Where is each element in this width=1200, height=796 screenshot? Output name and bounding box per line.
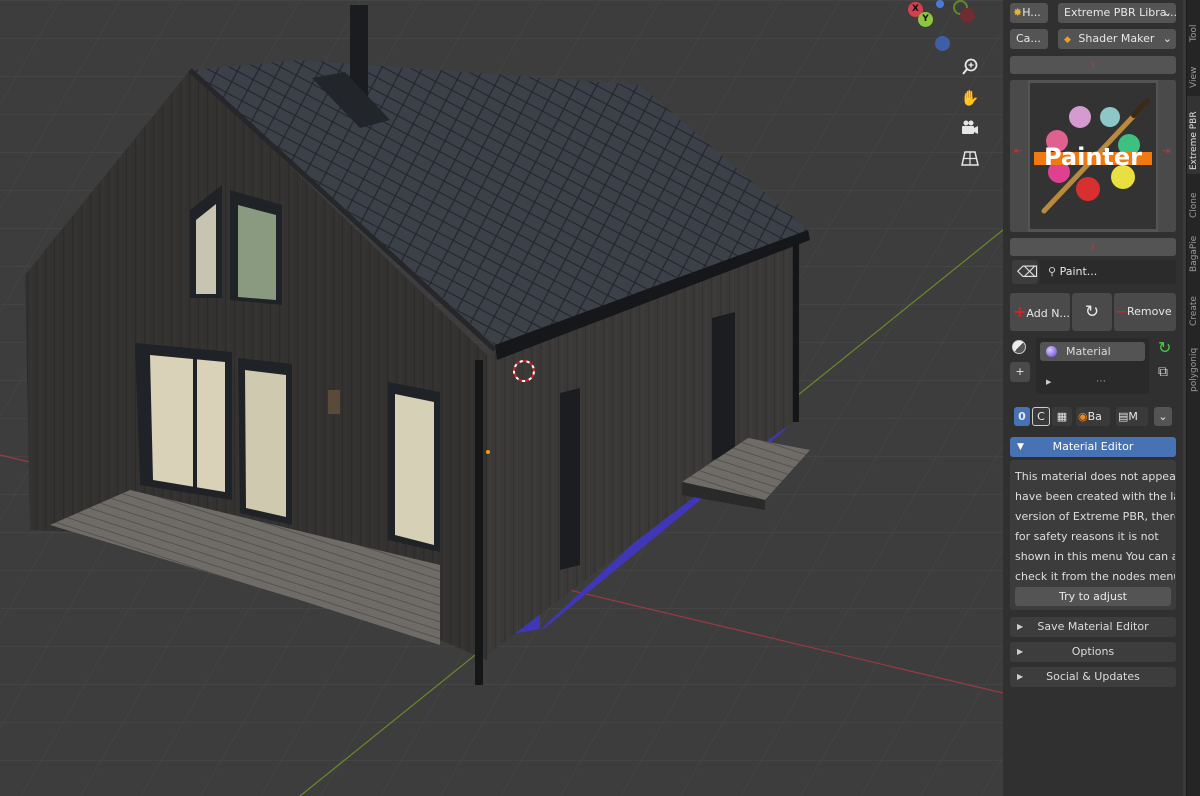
- add-slot-button[interactable]: +: [1010, 362, 1030, 382]
- social-updates-section[interactable]: ▶ Social & Updates: [1010, 667, 1176, 687]
- plus-red-icon: +: [1013, 302, 1027, 321]
- painter-title: Painter: [1043, 143, 1143, 171]
- triangle-down-icon: ▼: [1017, 442, 1024, 452]
- chevron-down-icon: ⌄: [1162, 32, 1172, 45]
- chevron-down-icon: ⌄: [1158, 410, 1168, 423]
- tab-create[interactable]: Create: [1187, 280, 1200, 330]
- 3d-viewport[interactable]: X Y ✋: [0, 0, 1003, 796]
- copy-icon[interactable]: ⧉: [1158, 364, 1168, 380]
- add-node-button[interactable]: +Add N...: [1010, 293, 1070, 331]
- info-line: shown in this menu You can al...: [1015, 550, 1175, 563]
- object-origin: [486, 450, 490, 454]
- refresh-button[interactable]: ↻: [1072, 293, 1112, 331]
- save-material-editor-section[interactable]: ▶ Save Material Editor: [1010, 617, 1176, 637]
- gizmo-neg-x-axis[interactable]: [960, 8, 975, 23]
- info-line: have been created with the la...: [1015, 490, 1175, 503]
- triangle-right-icon: ▶: [1017, 672, 1024, 681]
- triangle-right-icon: ▶: [1017, 647, 1024, 656]
- checker-button[interactable]: ▦: [1052, 407, 1072, 426]
- tab-bagapie[interactable]: BagaPie: [1187, 226, 1200, 276]
- checker-icon: ▦: [1056, 410, 1068, 423]
- expand-triangle-icon[interactable]: ▶: [1046, 378, 1051, 386]
- arrow-up-red-icon: ⇧: [1089, 61, 1097, 71]
- options-section[interactable]: ▶ Options: [1010, 642, 1176, 662]
- map-icon: ▤: [1118, 410, 1129, 423]
- info-line: for safety reasons it is not: [1015, 530, 1159, 543]
- arrow-down-red-icon: ⇩: [1089, 243, 1097, 253]
- sidebar-tab-strip: Tool View Extreme PBR Clone BagaPie Crea…: [1186, 0, 1200, 796]
- refresh-icon: ↻: [1084, 302, 1100, 322]
- chevron-down-icon: ⌄: [1162, 6, 1172, 19]
- eraser-icon: ⌫: [1017, 263, 1038, 281]
- sun-icon: ✸: [1013, 6, 1023, 19]
- more-dropdown-button[interactable]: ⌄: [1154, 407, 1172, 426]
- hdri-button[interactable]: ✸H...: [1010, 3, 1048, 23]
- try-adjust-button[interactable]: Try to adjust: [1015, 587, 1171, 606]
- info-line: version of Extreme PBR, there...: [1015, 510, 1175, 523]
- preview-next-button[interactable]: ⇥: [1158, 80, 1176, 232]
- info-line: This material does not appear ...: [1015, 470, 1175, 483]
- gizmo-y-axis[interactable]: Y: [918, 12, 933, 27]
- tab-tool[interactable]: Tool: [1187, 2, 1200, 46]
- grid-view-icon[interactable]: [958, 146, 982, 170]
- sync-green-icon[interactable]: ↻: [1158, 338, 1171, 357]
- gizmo-neg-z-axis[interactable]: [935, 36, 950, 51]
- mode-c-button[interactable]: C: [1032, 407, 1050, 426]
- preview-up-button[interactable]: ⇧: [1010, 56, 1176, 74]
- material-editor-header[interactable]: ▼ Material Editor: [1010, 437, 1176, 457]
- arrow-right-red-icon: ⇥: [1162, 146, 1171, 157]
- search-input[interactable]: ⚲ Paint...: [1040, 260, 1176, 284]
- info-line: check it from the nodes menu: [1015, 570, 1175, 583]
- tab-view[interactable]: View: [1187, 48, 1200, 92]
- mode-zero-button[interactable]: 0: [1014, 407, 1030, 426]
- remove-button[interactable]: —Remove: [1114, 293, 1176, 331]
- camera-orange-icon: ◉: [1078, 410, 1088, 423]
- category-button[interactable]: Ca...: [1010, 29, 1048, 49]
- resize-handle-icon[interactable]: ⋯: [1096, 376, 1106, 387]
- tab-clone[interactable]: Clone: [1187, 178, 1200, 222]
- gizmo-z-axis[interactable]: [936, 0, 944, 8]
- search-icon: ⚲: [1048, 265, 1057, 278]
- preview-prev-button[interactable]: ⇤: [1010, 80, 1028, 232]
- eraser-button[interactable]: ⌫: [1012, 260, 1038, 284]
- map-button[interactable]: ▤M: [1116, 407, 1148, 426]
- preview-down-button[interactable]: ⇩: [1010, 238, 1176, 256]
- zoom-icon[interactable]: [958, 55, 982, 79]
- minus-red-icon: —: [1116, 305, 1127, 318]
- bake-button[interactable]: ◉Ba: [1076, 407, 1110, 426]
- triangle-right-icon: ▶: [1017, 622, 1024, 631]
- library-dropdown[interactable]: Extreme PBR Libra... ⌄: [1058, 3, 1176, 23]
- painter-thumbnail[interactable]: Painter: [1030, 83, 1156, 229]
- arrow-left-red-icon: ⇤: [1014, 146, 1023, 157]
- material-slot-list[interactable]: Material ▶ ⋯: [1036, 338, 1149, 394]
- hand-pan-icon[interactable]: ✋: [958, 86, 982, 110]
- preview-panel: ⇤ ⇥ Painter: [1010, 80, 1176, 232]
- scene-render: [0, 0, 1003, 796]
- camera-icon[interactable]: [958, 116, 982, 140]
- shader-maker-dropdown[interactable]: ◆ Shader Maker ⌄: [1058, 29, 1176, 49]
- tab-polygoniq[interactable]: polygoniq: [1187, 336, 1200, 396]
- tab-extreme-pbr[interactable]: Extreme PBR: [1187, 96, 1200, 174]
- material-sphere-icon[interactable]: [1012, 340, 1026, 354]
- material-ball-icon: [1046, 346, 1057, 357]
- diamond-icon: ◆: [1064, 35, 1071, 45]
- material-slot-item[interactable]: Material: [1040, 342, 1145, 361]
